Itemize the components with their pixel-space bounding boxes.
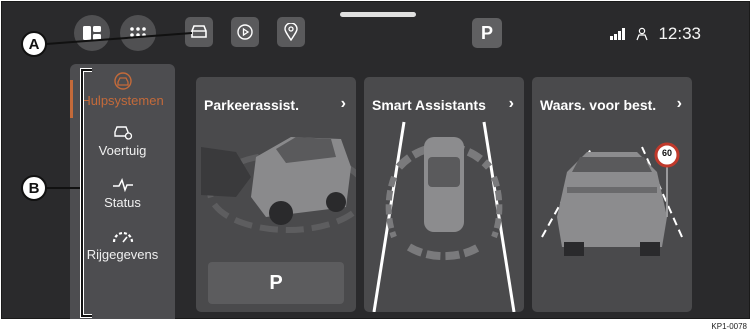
screen-layout-button[interactable]: [74, 15, 110, 51]
sidebar-active-indicator: [70, 80, 73, 118]
sidebar: Hulpsystemen Voertuig Status Rijgegevens: [70, 64, 175, 326]
sidebar-item-label: Hulpsystemen: [81, 93, 164, 108]
sidebar-item-status[interactable]: Status: [70, 178, 175, 210]
location-pin-icon: [284, 23, 298, 41]
callout-b: B: [21, 175, 47, 201]
apps-grid-icon: [130, 27, 146, 37]
status-area: 12:33: [610, 24, 701, 44]
chevron-right-icon: ›: [676, 95, 682, 112]
infotainment-screen: P 12:33 Hulpsystemen Voertuig Status Rij…: [1, 1, 750, 326]
speed-sign-value: 60: [661, 148, 672, 158]
vehicle-button[interactable]: [185, 17, 213, 47]
clock: 12:33: [658, 24, 701, 43]
pulse-icon: [112, 178, 133, 192]
card-parking-assist[interactable]: Parkeerassist. › P: [196, 77, 356, 312]
sidebar-item-hulpsystemen[interactable]: Hulpsystemen: [70, 72, 175, 108]
notification-handle[interactable]: [340, 12, 416, 17]
figure-frame: P 12:33 Hulpsystemen Voertuig Status Rij…: [0, 0, 751, 331]
figure-footer: KP1-0078: [0, 319, 751, 331]
card-title: Parkeerassist.: [204, 97, 299, 113]
card-smart-assistants[interactable]: Smart Assistants ›: [364, 77, 524, 312]
navigation-button[interactable]: [277, 17, 305, 47]
parking-badge[interactable]: P: [472, 18, 502, 48]
sidebar-item-label: Voertuig: [98, 143, 147, 158]
signal-bars-icon: [610, 28, 626, 40]
person-icon: [636, 27, 649, 41]
car-front-icon: [191, 25, 207, 38]
sidebar-item-label: Status: [104, 195, 141, 210]
card-speed-warning[interactable]: Waars. voor best. › 60: [532, 77, 692, 312]
vehicle-settings-icon: [113, 126, 132, 140]
gauge-icon: [112, 231, 133, 243]
play-icon: [237, 24, 253, 40]
card-title: Waars. voor best.: [540, 97, 657, 113]
sidebar-item-rijgegevens[interactable]: Rijgegevens: [70, 230, 175, 262]
apps-button[interactable]: [120, 15, 156, 51]
card-title: Smart Assistants: [372, 97, 486, 113]
screen-layout-icon: [83, 26, 101, 40]
chevron-right-icon: ›: [508, 95, 514, 112]
chevron-right-icon: ›: [340, 95, 346, 112]
park-button[interactable]: P: [208, 262, 344, 304]
callout-a: A: [21, 31, 47, 57]
reference-code: KP1-0078: [711, 322, 747, 331]
sidebar-item-voertuig[interactable]: Voertuig: [70, 124, 175, 158]
media-button[interactable]: [231, 17, 259, 47]
assistance-icon: [113, 72, 132, 90]
sidebar-item-label: Rijgegevens: [86, 247, 159, 262]
